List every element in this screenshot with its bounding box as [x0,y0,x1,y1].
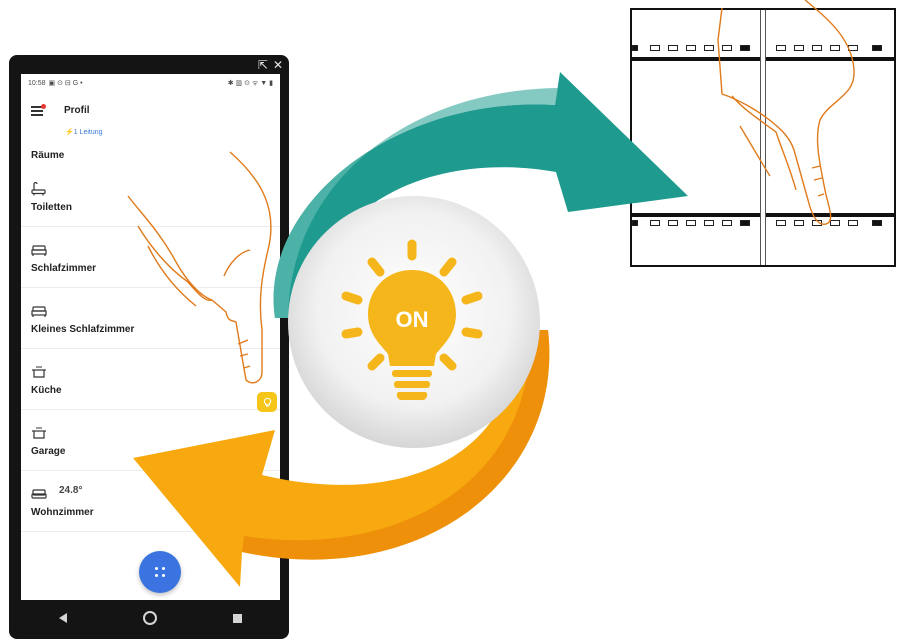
bulb-state-label: ON [396,307,429,332]
pressing-hand-outline [717,0,855,225]
bulb-badge: ON [288,196,540,448]
pointing-hand-outline [127,151,272,384]
illustration-layer: ON [127,0,855,587]
